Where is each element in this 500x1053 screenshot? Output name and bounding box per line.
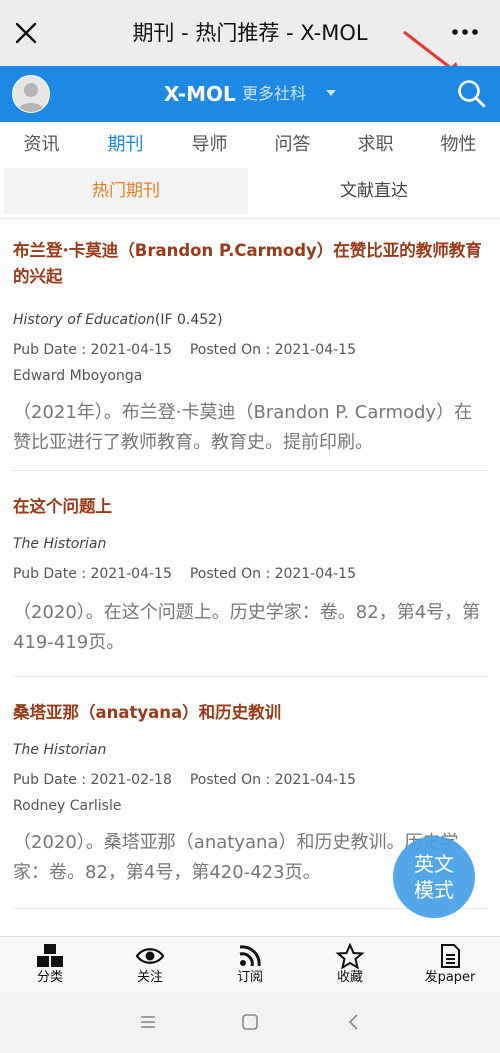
article-dates: Pub Date : 2021-02-18 Posted On : 2021-04… [13, 770, 488, 790]
divider [13, 676, 488, 677]
eye-icon [135, 948, 165, 964]
tab-mentors[interactable]: 导师 [168, 122, 251, 168]
bottom-nav-label: 关注 [136, 970, 163, 985]
star-icon [335, 943, 365, 969]
fab-line-2: 模式 [414, 878, 454, 902]
document-icon [441, 944, 460, 968]
tab-qa[interactable]: 问答 [251, 122, 334, 168]
tab-properties[interactable]: 物性 [417, 122, 500, 168]
bottom-nav-label: 发paper [424, 970, 476, 985]
bottom-nav-favorites[interactable]: 收藏 [300, 941, 400, 993]
list-item[interactable]: 在这个问题上 The Historian Pub Date : 2021-04-… [13, 494, 488, 658]
article-journal: The Historian [13, 534, 488, 554]
app-header: X-MOL 更多社科 [0, 66, 500, 122]
pub-date: Pub Date : 2021-04-15 [13, 566, 172, 582]
article-journal: History of Education(IF 0.452) [13, 310, 488, 330]
pub-date: Pub Date : 2021-02-18 [13, 772, 172, 788]
window-title: 期刊 - 热门推荐 - X-MOL [132, 21, 368, 45]
divider [13, 470, 488, 471]
brand-logo-text[interactable]: X-MOL [164, 81, 236, 107]
menu-icon[interactable] [138, 1012, 158, 1032]
cubes-icon [37, 944, 63, 967]
tab-hot-journals[interactable]: 热门期刊 [4, 168, 248, 214]
rss-icon [239, 945, 261, 967]
article-abstract: （2020）。在这个问题上。历史学家：卷。82，第4号，第419-419页。 [13, 602, 481, 653]
tab-journals[interactable]: 期刊 [84, 122, 167, 168]
fab-line-1: 英文 [414, 852, 454, 876]
bottom-nav-categories[interactable]: 分类 [0, 941, 100, 993]
article-abstract: （2021年）。布兰登·卡莫迪（Brandon P. Carmody）在赞比亚进… [13, 402, 473, 453]
bottom-nav-label: 收藏 [336, 970, 363, 985]
pub-date: Pub Date : 2021-04-15 [13, 342, 172, 358]
impact-factor: (IF 0.452) [154, 312, 223, 328]
site-selector[interactable]: 更多社科 [242, 83, 306, 105]
article-dates: Pub Date : 2021-04-15 Posted On : 2021-04… [13, 564, 488, 584]
bottom-nav-subscribe[interactable]: 订阅 [200, 941, 300, 993]
english-mode-button[interactable]: 英文 模式 [393, 836, 475, 918]
back-icon[interactable] [344, 1012, 364, 1032]
bottom-nav-label: 分类 [36, 970, 63, 985]
tab-literature-direct[interactable]: 文献直达 [252, 168, 496, 214]
article-journal: The Historian [13, 740, 488, 760]
tab-news[interactable]: 资讯 [0, 122, 83, 168]
journal-name: The Historian [13, 536, 107, 552]
article-title[interactable]: 布兰登·卡莫迪（Brandon P.Carmody）在赞比亚的教师教育的兴起 [13, 238, 488, 290]
article-dates: Pub Date : 2021-04-15 Posted On : 2021-04… [13, 340, 488, 360]
avatar[interactable] [12, 75, 50, 113]
journal-name: The Historian [13, 742, 107, 758]
system-nav-bar [0, 992, 500, 1053]
bottom-nav: 分类 关注 订阅 收藏 发paper [0, 936, 500, 993]
journal-name: History of Education [13, 312, 155, 328]
close-icon[interactable] [12, 19, 40, 47]
chevron-down-icon[interactable] [326, 90, 336, 96]
posted-date: Posted On : 2021-04-15 [189, 566, 356, 582]
article-title[interactable]: 在这个问题上 [13, 494, 488, 520]
list-item[interactable]: 布兰登·卡莫迪（Brandon P.Carmody）在赞比亚的教师教育的兴起 H… [13, 238, 488, 458]
tab-jobs[interactable]: 求职 [334, 122, 417, 168]
article-author: Rodney Carlisle [13, 798, 122, 814]
article-title[interactable]: 桑塔亚那（anatyana）和历史教训 [13, 700, 488, 726]
bottom-nav-label: 订阅 [236, 970, 263, 985]
category-nav: 资讯 期刊 导师 问答 求职 物性 [0, 122, 500, 168]
posted-date: Posted On : 2021-04-15 [189, 342, 356, 358]
posted-date: Posted On : 2021-04-15 [189, 772, 356, 788]
bottom-nav-post-paper[interactable]: 发paper [400, 941, 500, 993]
bottom-nav-follow[interactable]: 关注 [100, 941, 200, 993]
home-icon[interactable] [240, 1012, 260, 1032]
search-icon[interactable] [456, 78, 488, 110]
article-author: Edward Mboyonga [13, 368, 143, 384]
journal-subtabs: 热门期刊 文献直达 [0, 168, 500, 219]
